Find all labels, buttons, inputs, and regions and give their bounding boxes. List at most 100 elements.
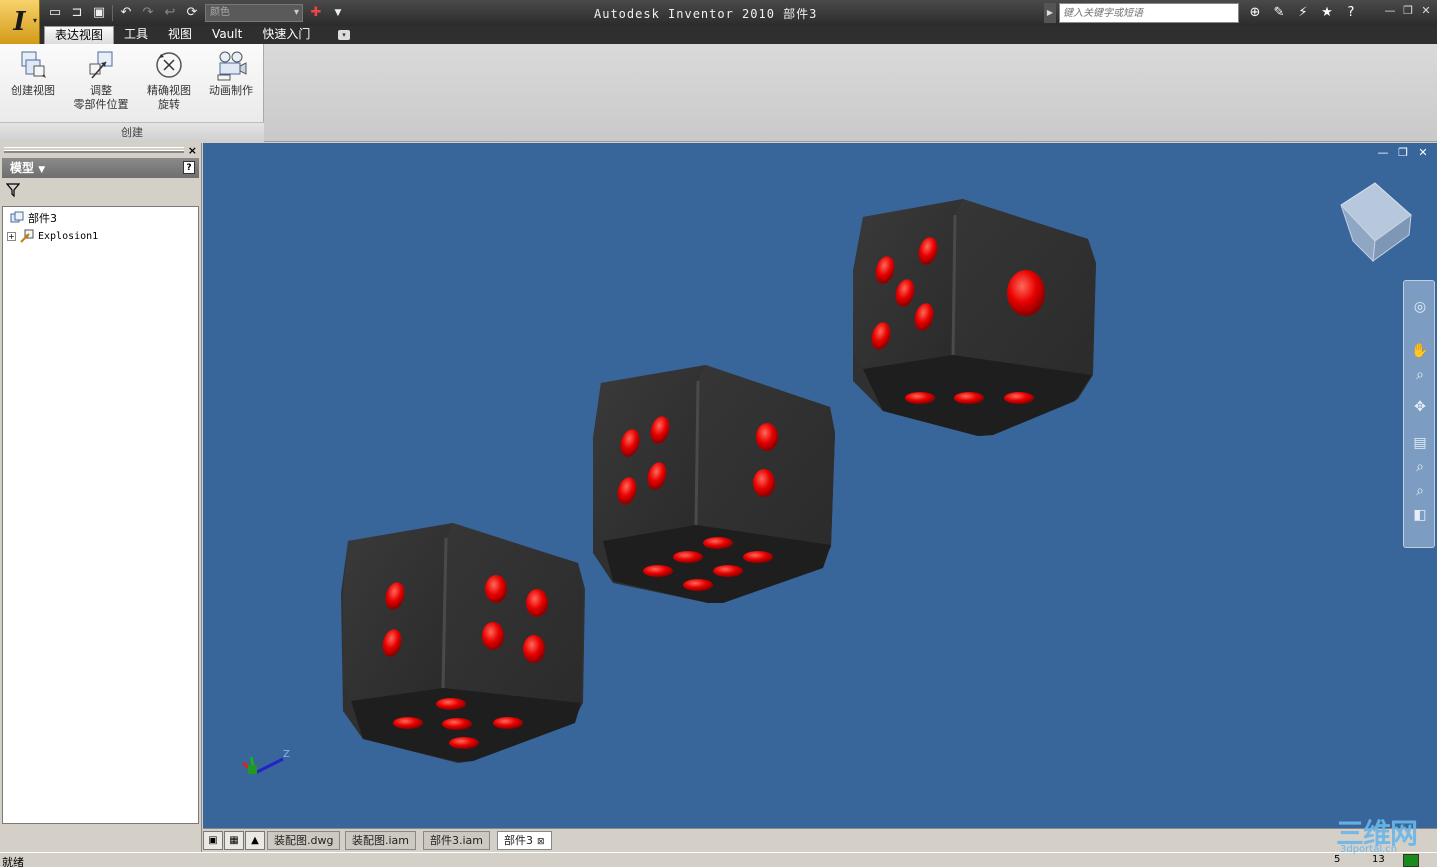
add-plus-icon[interactable]: ✚ [307,4,325,22]
save-icon[interactable]: ▣ [90,4,108,22]
zoom-icon[interactable]: ⌕ [1410,365,1430,385]
die-2[interactable] [593,365,835,603]
tab-view[interactable]: 视图 [158,26,202,44]
status-count-1: 5 [1334,854,1341,865]
doc-tab-label: 部件3.iam [430,834,484,847]
viewcube[interactable] [1340,182,1412,263]
browser-grip-line [4,150,184,153]
browser-header-dropdown[interactable]: 模型 ▼ ? [2,158,199,178]
close-tab-icon[interactable]: ⊠ [537,837,545,847]
binoculars-icon[interactable]: ⊕ [1246,4,1264,22]
animate-label: 动画制作 [209,84,253,97]
minimize-icon[interactable]: — [1377,147,1389,159]
color-combobox[interactable]: 颜色 [205,4,303,22]
browser-close-icon[interactable]: × [188,144,197,157]
wrench-icon[interactable]: ✎ [1270,4,1288,22]
tile-windows-icon[interactable]: ▦ [224,831,244,850]
doc-tab-dwg[interactable]: 装配图.dwg [267,831,341,850]
navigation-bar: ◎ ✋ ⌕ ✥ ▤ ⌕ ⌕ ◧ [1403,280,1435,548]
return-icon[interactable]: ↩ [161,4,179,22]
precise-view-rotation-button[interactable]: 精确视图 旋转 [140,48,198,112]
restore-icon[interactable]: ❐ [1401,4,1415,18]
tree-item-label: 部件3 [28,212,57,225]
zoom-window-icon[interactable]: ⌕ [1410,457,1430,477]
close-icon[interactable]: ✕ [1417,147,1429,159]
search-expand-icon[interactable]: ▶ [1044,3,1056,23]
ribbon-tab-bar: 表达视图 工具 视图 Vault 快速入门 ▾ [0,26,1437,44]
dice-scene [242,182,1412,775]
tab-list-icon[interactable]: ▲ [245,831,265,850]
animate-button[interactable]: 动画制作 [204,48,258,98]
viewport-window-controls: — ❐ ✕ [1377,147,1429,159]
status-bar: 就绪 5 13 [0,852,1437,867]
satellite-icon[interactable]: ⚡ [1294,4,1312,22]
filter-icon[interactable] [5,183,21,201]
ribbon-minimize-icon[interactable]: ▾ [338,30,350,40]
chevron-down-icon: ▼ [38,165,46,175]
tab-get-started[interactable]: 快速入门 [252,26,320,44]
tab-tools[interactable]: 工具 [114,26,158,44]
open-folder-icon[interactable]: ⊐ [68,4,86,22]
cascade-windows-icon[interactable]: ▣ [203,831,223,850]
graphics-viewport[interactable]: Z — ❐ ✕ ◎ ✋ ⌕ ✥ ▤ ⌕ ⌕ ◧ [203,143,1437,828]
status-indicator [1403,854,1419,867]
quick-access-toolbar: ▭ ⊐ ▣ ↶ ↷ ↩ ⟳ 颜色 ✚ ▼ [46,3,347,23]
title-bar: ▭ ⊐ ▣ ↶ ↷ ↩ ⟳ 颜色 ✚ ▼ Autodesk Inventor 2… [0,0,1437,26]
window-title: Autodesk Inventor 2010 部件3 [594,7,818,21]
browser-help-icon[interactable]: ? [183,161,195,174]
window-controls: — ❐ ✕ [1383,4,1433,18]
create-panel-title: 创建 [0,122,264,142]
doc-tab-part3-iam[interactable]: 部件3.iam [423,831,491,850]
status-count-2: 13 [1372,854,1385,865]
look-at-icon[interactable]: ▤ [1410,433,1430,453]
chevron-down-icon: ▾ [32,16,37,25]
triad-z-label: Z [283,749,290,760]
tree-item-label: Explosion1 [38,230,99,242]
orbit-icon[interactable]: ✥ [1410,397,1430,417]
tweak-components-label-2: 零部件位置 [73,98,129,111]
restore-icon[interactable]: ❐ [1397,147,1409,159]
tweak-components-icon [89,51,113,79]
redo-icon[interactable]: ↷ [139,4,157,22]
tab-vault[interactable]: Vault [202,26,252,44]
explosion-icon [20,229,34,243]
zoom-selected-icon[interactable]: ⌕ [1410,481,1430,501]
precise-rotation-icon [156,52,182,78]
inventor-window: ▭ ⊐ ▣ ↶ ↷ ↩ ⟳ 颜色 ✚ ▼ Autodesk Inventor 2… [0,0,1437,867]
create-view-button[interactable]: 创建视图 [6,48,60,98]
favorites-star-icon[interactable]: ★ [1318,4,1336,22]
undo-icon[interactable]: ↶ [117,4,135,22]
ribbon: 创建视图 调整 零部件位置 精确视图 旋转 动画制作 创建 [0,44,1437,142]
axis-triad [242,756,284,775]
expand-plus-icon[interactable]: + [7,231,16,241]
browser-header-label: 模型 [10,161,35,175]
die-3[interactable] [853,199,1096,436]
die-1[interactable] [341,523,585,763]
tree-item-explosion[interactable]: + Explosion1 [7,227,98,245]
tab-presentation[interactable]: 表达视图 [44,26,115,44]
close-icon[interactable]: ✕ [1419,4,1433,18]
precise-rotation-label-1: 精确视图 [147,84,191,97]
application-menu-button[interactable]: I ▾ [0,0,40,44]
doc-tab-iam[interactable]: 装配图.iam [345,831,417,850]
separator [112,5,113,21]
infocenter: ▶ ⊕ ✎ ⚡ ★ ? [1044,3,1360,23]
help-icon[interactable]: ? [1342,4,1360,22]
doc-tab-label: 装配图.dwg [274,834,334,847]
view-cube-icon[interactable]: ◧ [1410,505,1430,525]
search-input[interactable] [1059,3,1239,23]
doc-tab-label: 部件3 [504,834,533,847]
minimize-icon[interactable]: — [1383,4,1397,18]
assembly-icon [10,211,24,223]
tweak-components-label-1: 调整 [90,84,112,97]
new-file-icon[interactable]: ▭ [46,4,64,22]
doc-tab-part3[interactable]: 部件3 ⊠ [497,831,552,850]
watermark-site: 3dportal.cn [1340,844,1398,855]
tree-item-assembly[interactable]: 部件3 [9,209,57,227]
update-icon[interactable]: ⟳ [183,4,201,22]
customize-dropdown-icon[interactable]: ▼ [329,4,347,22]
create-view-icon [21,51,46,78]
steering-wheel-icon[interactable]: ◎ [1410,297,1430,317]
pan-hand-icon[interactable]: ✋ [1410,341,1430,361]
tweak-components-button[interactable]: 调整 零部件位置 [68,48,134,112]
